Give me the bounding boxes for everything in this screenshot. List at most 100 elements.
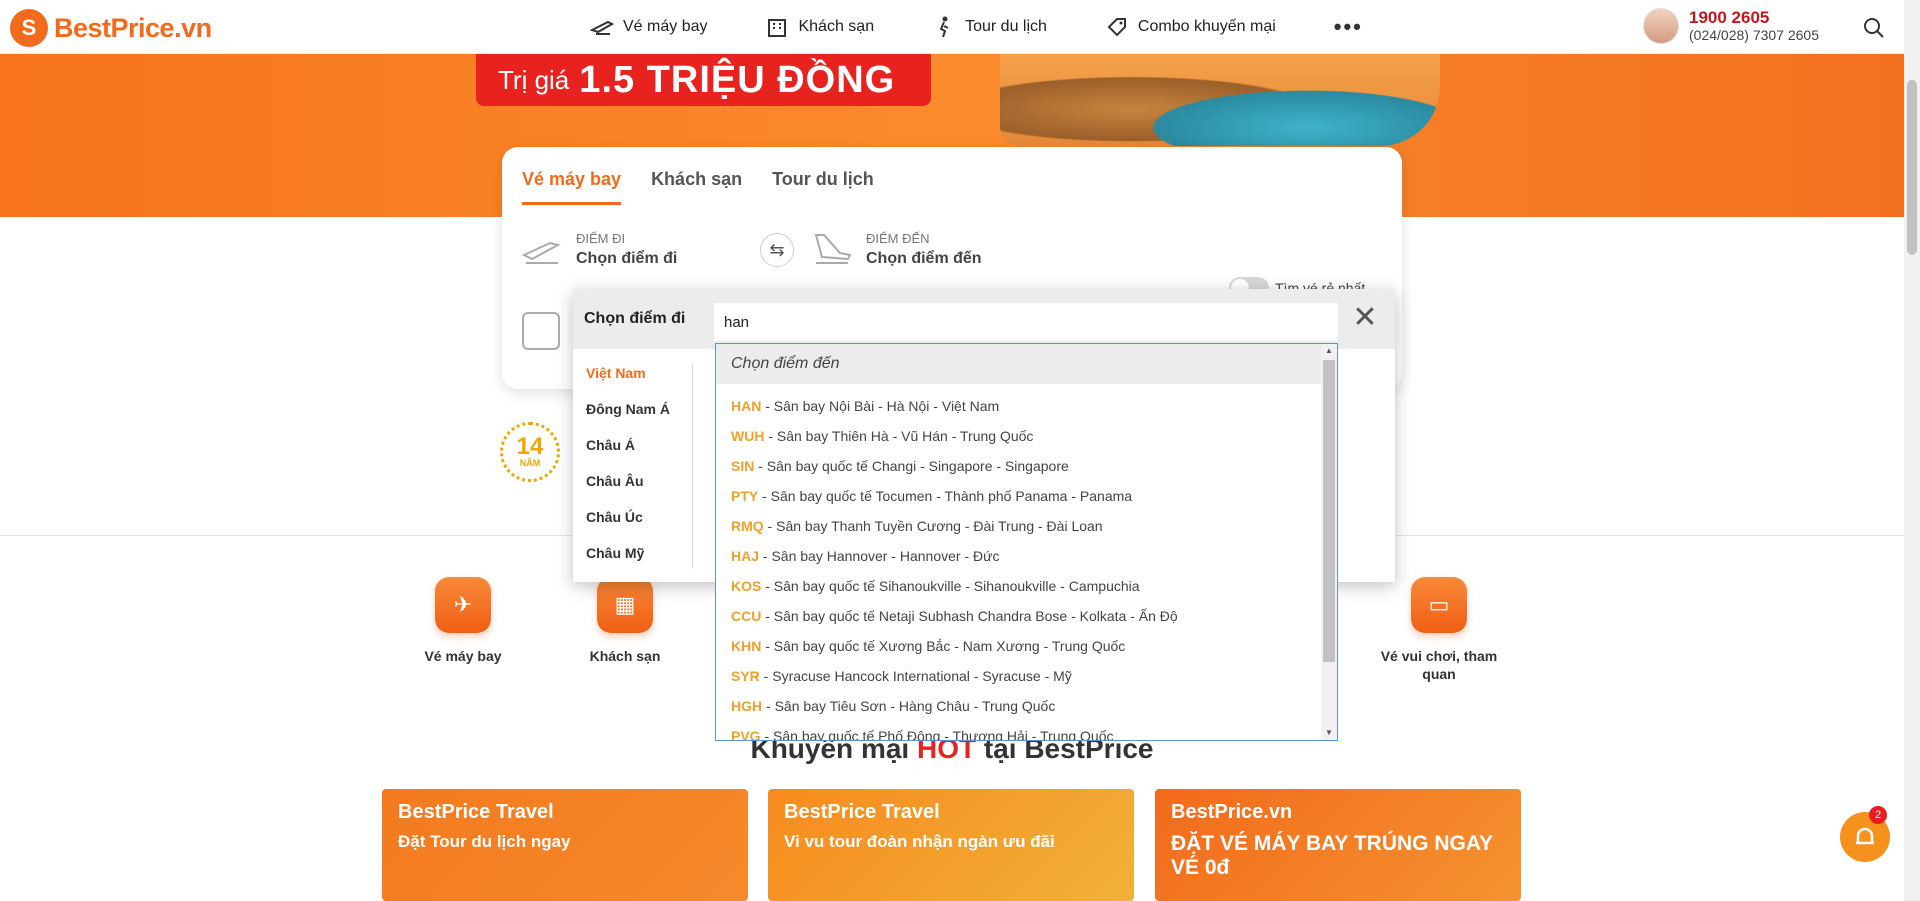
ticket-icon: ▭ xyxy=(1411,577,1467,633)
airport-result-row[interactable]: SIN - Sân bay quốc tế Changi - Singapore… xyxy=(716,451,1337,481)
combo-tag-icon xyxy=(1107,18,1126,37)
service-hotels[interactable]: ▦ Khách sạn xyxy=(565,577,685,665)
airport-result-row[interactable]: PTY - Sân bay quốc tế Tocumen - Thành ph… xyxy=(716,481,1337,511)
airport-result-row[interactable]: RMQ - Sân bay Thanh Tuyền Cương - Đài Tr… xyxy=(716,511,1337,541)
airport-result-row[interactable]: CCU - Sân bay quốc tế Netaji Subhash Cha… xyxy=(716,601,1337,631)
nav-hotels[interactable]: Khách sạn xyxy=(765,16,874,38)
service-flights-label: Vé máy bay xyxy=(424,648,502,664)
search-icon[interactable] xyxy=(1862,16,1886,40)
tab-tours[interactable]: Tour du lịch xyxy=(772,169,874,205)
airport-result-row[interactable]: WUH - Sân bay Thiên Hà - Vũ Hán - Trung … xyxy=(716,421,1337,451)
hotel-icon xyxy=(768,19,787,37)
region-item[interactable]: Châu Úc xyxy=(573,507,692,543)
nav-flights[interactable]: Vé máy bay xyxy=(590,16,707,38)
airport-result-row[interactable]: HAJ - Sân bay Hannover - Hannover - Đức xyxy=(716,541,1337,571)
airport-code: WUH xyxy=(731,428,765,444)
airport-result-row[interactable]: PVG - Sân bay quốc tế Phố Đông - Thượng … xyxy=(716,721,1337,741)
hotline-number: 1900 2605 xyxy=(1689,7,1770,27)
from-field[interactable]: ĐIỂM ĐI Chọn điểm đi xyxy=(520,229,677,269)
tab-flights[interactable]: Vé máy bay xyxy=(522,169,622,205)
airport-code: SYR xyxy=(731,668,760,684)
airport-code: RMQ xyxy=(731,518,764,534)
airport-description: - Sân bay quốc tế Netaji Subhash Chandra… xyxy=(761,608,1178,624)
airport-code: HAJ xyxy=(731,548,760,564)
calendar-icon xyxy=(522,312,560,350)
scroll-down-icon[interactable]: ▼ xyxy=(1321,726,1337,740)
hiker-icon xyxy=(939,16,949,38)
close-icon[interactable]: ✕ xyxy=(1350,303,1380,335)
airport-description: - Syracuse Hancock International - Syrac… xyxy=(759,668,1072,684)
region-item[interactable]: Châu Âu xyxy=(573,471,692,507)
landing-icon xyxy=(814,234,852,264)
hero-promo-value: 1.5 TRIỆU ĐỒNG xyxy=(579,58,896,101)
airport-description: - Sân bay Nội Bài - Hà Nội - Việt Nam xyxy=(761,398,1000,414)
nav-more-button[interactable]: ••• xyxy=(1334,14,1363,40)
logo-text: BestPrice.vn xyxy=(54,12,212,43)
service-hotels-label: Khách sạn xyxy=(589,648,661,664)
from-label: ĐIỂM ĐI xyxy=(576,230,626,246)
region-item[interactable]: Đông Nam Á xyxy=(573,399,692,435)
airport-code: KOS xyxy=(731,578,762,594)
region-item[interactable]: Châu Mỹ xyxy=(573,543,692,579)
takeoff-icon xyxy=(521,241,561,264)
airport-description: - Sân bay quốc tế Xương Bắc - Nam Xương … xyxy=(761,638,1126,654)
service-flights[interactable]: ✈ Vé máy bay xyxy=(403,577,523,665)
bell-icon xyxy=(1856,827,1874,845)
nav-flights-label: Vé máy bay xyxy=(623,18,708,35)
origin-search-input[interactable] xyxy=(714,303,1338,341)
page-scrollbar[interactable] xyxy=(1904,0,1920,901)
promo-brand: BestPrice Travel xyxy=(398,801,554,823)
promo-line: Vi vu tour đoàn nhận ngàn ưu đãi xyxy=(784,832,1055,851)
main-nav: Vé máy bay Khách sạn Tour du lịch Combo … xyxy=(590,0,1363,54)
promo-card[interactable]: BestPrice Travel Vi vu tour đoàn nhận ng… xyxy=(768,789,1134,901)
results-placeholder[interactable]: Chọn điểm đến xyxy=(716,344,1337,384)
promo-brand: BestPrice Travel xyxy=(784,801,940,823)
promo-card[interactable]: BestPrice.vn ĐẶT VÉ MÁY BAY TRÚNG NGAY V… xyxy=(1155,789,1521,901)
airport-results-list[interactable]: Chọn điểm đến HAN - Sân bay Nội Bài - Hà… xyxy=(715,343,1338,741)
nav-combo[interactable]: Combo khuyến mại xyxy=(1105,16,1276,38)
airport-description: - Sân bay quốc tế Sihanoukville - Sihano… xyxy=(761,578,1140,594)
airport-result-row[interactable]: SYR - Syracuse Hancock International - S… xyxy=(716,661,1337,691)
to-field[interactable]: ĐIỂM ĐẾN Chọn điểm đến xyxy=(810,229,982,269)
airport-code: HAN xyxy=(731,398,762,414)
region-item[interactable]: Việt Nam xyxy=(573,363,692,399)
promo-card[interactable]: BestPrice Travel Đặt Tour du lịch ngay xyxy=(382,789,748,901)
results-scrollbar-thumb[interactable] xyxy=(1323,360,1335,662)
airport-code: PTY xyxy=(731,488,759,504)
hotline[interactable]: 1900 2605 (024/028) 7307 2605 xyxy=(1643,8,1819,44)
service-tickets[interactable]: ▭ Vé vui chơi, tham quan xyxy=(1379,577,1499,683)
airport-description: - Sân bay Hannover - Hannover - Đức xyxy=(759,548,1000,564)
results-scrollbar[interactable]: ▲ ▼ xyxy=(1321,344,1337,740)
airport-code: SIN xyxy=(731,458,755,474)
airport-description: - Sân bay Thanh Tuyền Cương - Đài Trung … xyxy=(763,518,1103,534)
nav-tours[interactable]: Tour du lịch xyxy=(932,16,1047,38)
years-badge: 14 NĂM xyxy=(500,422,560,482)
airport-description: - Sân bay Tiêu Sơn - Hàng Châu - Trung Q… xyxy=(762,698,1056,714)
logo[interactable]: S BestPrice.vn xyxy=(10,9,212,47)
airport-result-row[interactable]: KOS - Sân bay quốc tế Sihanoukville - Si… xyxy=(716,571,1337,601)
tab-hotels[interactable]: Khách sạn xyxy=(651,169,742,205)
page-scrollbar-thumb[interactable] xyxy=(1907,80,1917,255)
airport-description: - Sân bay quốc tế Tocumen - Thành phố Pa… xyxy=(758,488,1133,504)
logo-icon: S xyxy=(10,9,48,47)
hero-promo-label: Trị giá 1.5 TRIỆU ĐỒNG xyxy=(476,54,931,106)
hero-landmarks-image xyxy=(1000,54,1440,146)
date-field[interactable] xyxy=(522,312,560,350)
hotline-sub-number: (024/028) 7307 2605 xyxy=(1689,26,1819,43)
airport-description: - Sân bay quốc tế Phố Đông - Thượng Hải … xyxy=(760,728,1114,741)
scroll-up-icon[interactable]: ▲ xyxy=(1321,344,1337,358)
service-tickets-label: Vé vui chơi, tham quan xyxy=(1380,648,1498,682)
airport-description: - Sân bay Thiên Hà - Vũ Hán - Trung Quốc xyxy=(764,428,1034,444)
plane-icon: ✈ xyxy=(435,577,491,633)
region-item[interactable]: Châu Á xyxy=(573,435,692,471)
airport-result-row[interactable]: HGH - Sân bay Tiêu Sơn - Hàng Châu - Tru… xyxy=(716,691,1337,721)
region-list: Việt Nam Đông Nam Á Châu Á Châu Âu Châu … xyxy=(573,363,693,569)
swap-button[interactable]: ⇆ xyxy=(760,233,794,267)
nav-hotels-label: Khách sạn xyxy=(798,18,875,35)
airport-result-row[interactable]: HAN - Sân bay Nội Bài - Hà Nội - Việt Na… xyxy=(716,391,1337,421)
support-avatar xyxy=(1643,8,1679,44)
hero-promo-prefix: Trị giá xyxy=(498,64,570,95)
to-label: ĐIỂM ĐẾN xyxy=(866,230,930,246)
airport-result-row[interactable]: KHN - Sân bay quốc tế Xương Bắc - Nam Xư… xyxy=(716,631,1337,661)
airport-code: KHN xyxy=(731,638,762,654)
